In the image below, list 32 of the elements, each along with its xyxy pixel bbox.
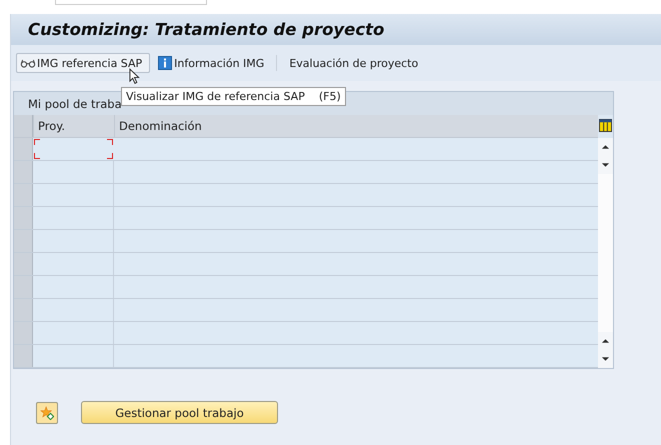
panel-title: Mi pool de traba	[28, 96, 122, 110]
select-all-cell[interactable]	[14, 115, 33, 137]
row-selector[interactable]	[14, 253, 33, 275]
glasses-icon	[20, 58, 36, 68]
scroll-down-icon[interactable]	[601, 162, 610, 168]
scroll-up-icon[interactable]	[601, 338, 610, 344]
columns-icon[interactable]	[599, 119, 612, 132]
manage-pool-button[interactable]: Gestionar pool trabajo	[81, 401, 278, 424]
toolbar-link[interactable]: Información IMG	[158, 56, 264, 70]
toolbar-button[interactable]: IMG referencia SAP	[16, 53, 150, 73]
tooltip: Visualizar IMG de referencia SAP (F5)	[121, 87, 346, 106]
row-selector[interactable]	[14, 161, 33, 183]
info-icon	[158, 56, 172, 70]
window-title: Customizing: Tratamiento de proyecto	[28, 20, 384, 39]
column-header[interactable]: Proy.	[33, 115, 114, 137]
toolbar-link[interactable]: Evaluación de proyecto	[289, 56, 418, 70]
column-header[interactable]: Denominación	[114, 115, 598, 137]
row-selector[interactable]	[14, 230, 33, 252]
favorite-button[interactable]	[36, 402, 58, 424]
row-selector[interactable]	[14, 322, 33, 344]
scroll-down-icon[interactable]	[601, 356, 610, 362]
row-selector[interactable]	[14, 207, 33, 229]
row-selector[interactable]	[14, 184, 33, 206]
row-selector[interactable]	[14, 345, 33, 367]
table-cell[interactable]	[33, 138, 114, 160]
cursor-icon	[129, 68, 140, 85]
scroll-up-icon[interactable]	[601, 144, 610, 150]
input-field[interactable]	[55, 0, 207, 5]
row-selector[interactable]	[14, 299, 33, 321]
scrollbar[interactable]	[598, 138, 613, 368]
row-selector[interactable]	[14, 138, 33, 160]
row-selector[interactable]	[14, 276, 33, 298]
